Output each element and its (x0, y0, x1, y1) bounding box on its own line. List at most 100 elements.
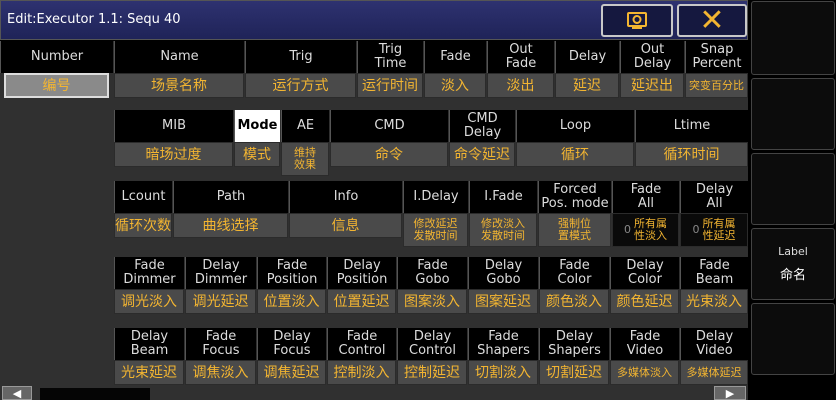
field-value-text: 图案淡入 (404, 293, 460, 310)
scroll-right-button[interactable]: ▶ (714, 386, 746, 400)
field-value[interactable]: 切割延迟 (539, 360, 609, 385)
field-value-text: 突变百分比 (689, 78, 744, 92)
arrow-left-icon: ◀ (12, 386, 22, 400)
field-value-text: 所有属 性淡入 (634, 217, 667, 242)
view-button[interactable] (601, 4, 673, 37)
sidebar-button-3[interactable] (751, 153, 835, 225)
label-button[interactable]: Label 命名 (751, 228, 835, 300)
field-value[interactable]: 调光淡入 (114, 289, 184, 314)
arrow-right-icon: ▶ (725, 386, 735, 400)
field-value[interactable]: 强制位 置模式 (538, 213, 611, 247)
column-header: Out Fade (487, 41, 554, 73)
column-header: Fade Dimmer (114, 257, 184, 289)
field-value-text: 多媒体延迟 (686, 365, 742, 379)
field-value[interactable]: 多媒体延迟 (680, 360, 748, 385)
field-value[interactable]: 颜色淡入 (539, 289, 609, 314)
field-value[interactable]: 循环时间 (635, 142, 748, 167)
column-header: AE (281, 110, 329, 142)
column-header: Delay Dimmer (185, 257, 256, 289)
field-value[interactable]: 维持 效果 (281, 142, 329, 176)
field-value[interactable]: 运行方式 (245, 73, 356, 98)
field-value[interactable]: 模式 (234, 142, 280, 167)
column-header: Fade Gobo (397, 257, 467, 289)
column-header: CMD (330, 110, 448, 142)
field-value-text: 信息 (331, 217, 360, 234)
field-value[interactable]: 命令延迟 (449, 142, 515, 167)
field-value[interactable]: 曲线选择 (173, 213, 288, 238)
field-value[interactable]: 信息 (289, 213, 402, 238)
field-value[interactable]: 暗场过度 (114, 142, 233, 167)
field-value-text: 多媒体淡入 (617, 365, 672, 379)
field-value-text: 淡出 (506, 77, 535, 94)
sidebar-button-5[interactable] (751, 303, 835, 375)
field-value[interactable]: 图案延迟 (468, 289, 538, 314)
column-header: Fade Color (539, 257, 609, 289)
field-value[interactable]: 延迟出 (620, 73, 684, 98)
field-value[interactable]: 循环 (516, 142, 634, 167)
field-value-text: 调焦淡入 (192, 364, 249, 381)
field-value[interactable]: 延迟 (555, 73, 619, 98)
column-header: Fade All (612, 181, 679, 213)
field-value-text: 命令 (375, 146, 403, 163)
field-value[interactable]: 切割淡入 (468, 360, 538, 385)
field-value[interactable]: 位置淡入 (257, 289, 326, 314)
field-value[interactable]: 修改淡入 发散时间 (469, 213, 537, 247)
sidebar-button-2[interactable] (751, 78, 835, 150)
horizontal-scrollbar[interactable] (40, 388, 150, 400)
field-value[interactable]: 编号 (4, 73, 109, 98)
column-header: Delay (555, 41, 619, 73)
column-header: Fade Control (327, 328, 396, 360)
column-header: Forced Pos. mode (538, 181, 611, 213)
field-value[interactable]: 控制延迟 (397, 360, 467, 385)
column-header: I.Delay (403, 181, 468, 213)
field-value[interactable]: 淡出 (487, 73, 554, 98)
scroll-left-button[interactable]: ◀ (2, 386, 32, 400)
field-value[interactable]: 图案淡入 (397, 289, 467, 314)
field-value[interactable]: 突变百分比 (685, 73, 748, 98)
field-value-text: 颜色延迟 (616, 293, 673, 310)
field-value[interactable]: 修改延迟 发散时间 (403, 213, 468, 247)
field-value[interactable]: 命令 (330, 142, 448, 167)
field-value[interactable]: 运行时间 (357, 73, 423, 98)
field-value-text: 运行方式 (272, 77, 329, 94)
field-value[interactable]: 调焦延迟 (257, 360, 326, 385)
sidebar-button-1[interactable] (751, 1, 835, 75)
field-value[interactable]: 0 所有属 性延迟 (680, 213, 748, 247)
field-value[interactable]: 场景名称 (114, 73, 244, 98)
field-value[interactable]: 调光延迟 (185, 289, 256, 314)
column-header: Fade Beam (680, 257, 748, 289)
field-value[interactable]: 位置延迟 (327, 289, 396, 314)
field-value[interactable]: 淡入 (424, 73, 486, 98)
column-header: Delay Gobo (468, 257, 538, 289)
column-header: Info (289, 181, 402, 213)
close-button[interactable]: ✕ (677, 4, 747, 37)
field-value[interactable]: 调焦淡入 (185, 360, 256, 385)
column-header: Fade Position (257, 257, 326, 289)
column-header: Delay All (680, 181, 748, 213)
column-header: Delay Focus (257, 328, 326, 360)
field-value[interactable]: 光束淡入 (680, 289, 748, 314)
field-value-text: 控制延迟 (404, 364, 460, 381)
field-value-text: 位置淡入 (263, 293, 320, 310)
column-header: Delay Color (610, 257, 679, 289)
field-value[interactable]: 循环次数 (114, 213, 172, 238)
field-value-text: 场景名称 (151, 77, 207, 94)
field-value-number: 0 (692, 223, 700, 236)
field-value[interactable]: 0 所有属 性淡入 (612, 213, 679, 247)
field-value-text: 循环时间 (663, 146, 720, 163)
field-value[interactable]: 控制淡入 (327, 360, 396, 385)
column-header: Mode (234, 110, 280, 142)
field-value-text: 修改延迟 发散时间 (413, 217, 458, 242)
field-value-text: 调光淡入 (121, 293, 177, 310)
column-header: Delay Position (327, 257, 396, 289)
close-x-icon: ✕ (699, 2, 725, 38)
column-header: Delay Shapers (539, 328, 609, 360)
field-value[interactable]: 多媒体淡入 (610, 360, 679, 385)
label-button-subtitle: 命名 (779, 268, 806, 283)
field-value-text: 所有属 性延迟 (702, 217, 736, 242)
column-header: I.Fade (469, 181, 537, 213)
column-header: Path (173, 181, 288, 213)
column-header: MIB (114, 110, 233, 142)
field-value[interactable]: 光束延迟 (114, 360, 184, 385)
field-value[interactable]: 颜色延迟 (610, 289, 679, 314)
